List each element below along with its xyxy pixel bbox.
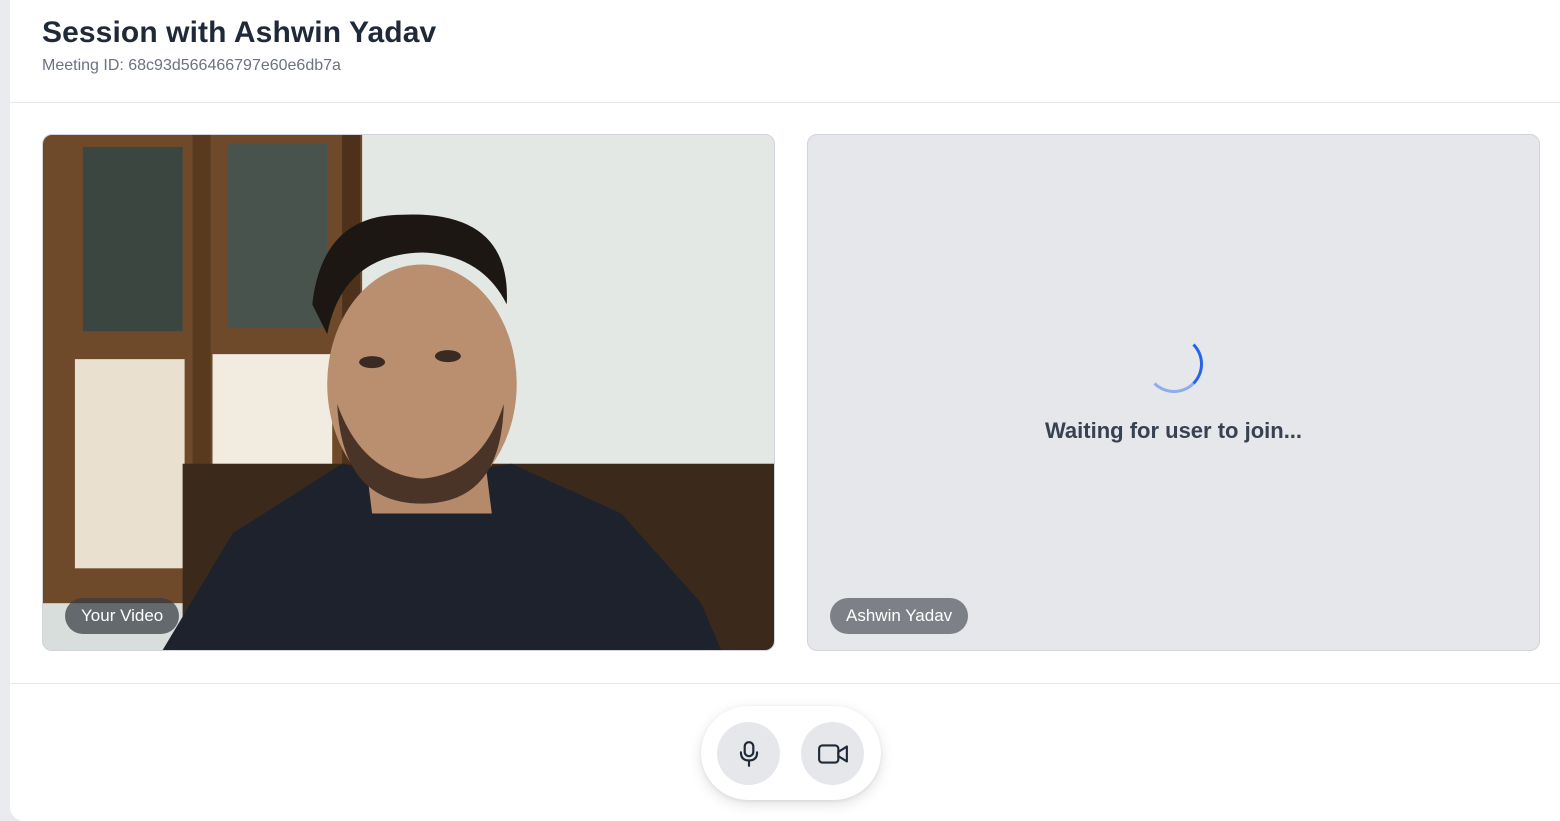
remote-video-tile: Waiting for user to join... Ashwin Yadav xyxy=(807,134,1540,651)
call-controls xyxy=(701,706,881,800)
session-header: Session with Ashwin Yadav Meeting ID: 68… xyxy=(10,0,1560,103)
video-camera-icon xyxy=(817,743,848,764)
page-title: Session with Ashwin Yadav xyxy=(42,16,437,49)
microphone-icon xyxy=(739,740,758,767)
local-video-label: Your Video xyxy=(65,598,180,634)
remote-video-label: Ashwin Yadav xyxy=(830,598,969,634)
toggle-microphone-button[interactable] xyxy=(717,722,780,785)
controls-divider xyxy=(10,683,1560,684)
waiting-message: Waiting for user to join... xyxy=(1044,418,1303,443)
app-window: Session with Ashwin Yadav Meeting ID: 68… xyxy=(10,0,1560,821)
meeting-id: Meeting ID: 68c93d566466797e60e6db7a xyxy=(42,57,341,74)
local-video-tile: Your Video xyxy=(42,134,775,651)
local-video-feed xyxy=(43,135,774,650)
waiting-state: Waiting for user to join... xyxy=(808,335,1539,444)
toggle-camera-button[interactable] xyxy=(801,722,864,785)
loading-spinner-icon xyxy=(1144,335,1203,393)
